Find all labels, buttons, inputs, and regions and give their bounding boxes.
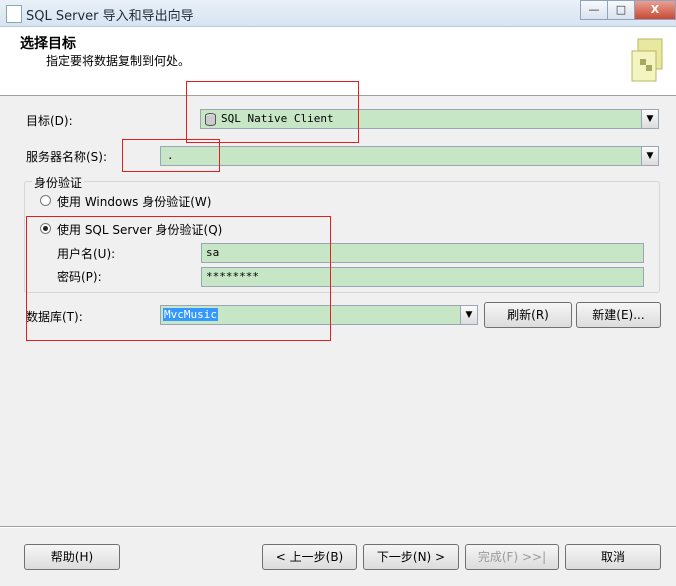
windows-auth-radio[interactable] xyxy=(40,195,51,206)
sql-auth-label[interactable]: 使用 SQL Server 身份验证(Q) xyxy=(57,221,222,238)
refresh-button[interactable]: 刷新(R) xyxy=(484,302,572,328)
database-label: 数据库(T): xyxy=(26,310,83,324)
sql-auth-radio[interactable] xyxy=(40,223,51,234)
footer-divider xyxy=(0,526,676,528)
password-input[interactable]: ******** xyxy=(201,267,644,287)
wizard-header: 选择目标 指定要将数据复制到何处。 xyxy=(0,27,676,96)
server-name-label: 服务器名称(S): xyxy=(26,150,108,164)
next-button[interactable]: 下一步(N) > xyxy=(363,544,459,570)
wizard-logo-icon xyxy=(631,38,663,82)
help-button[interactable]: 帮助(H) xyxy=(24,544,120,570)
username-label: 用户名(U): xyxy=(57,247,116,261)
password-label: 密码(P): xyxy=(57,270,102,284)
server-name-combo[interactable]: . ▼ xyxy=(160,146,659,166)
finish-button[interactable]: 完成(F) >>| xyxy=(465,544,559,570)
destination-label: 目标(D): xyxy=(26,114,73,128)
cancel-button[interactable]: 取消 xyxy=(565,544,661,570)
dropdown-arrow-icon[interactable]: ▼ xyxy=(641,110,658,128)
wizard-app-icon xyxy=(6,5,22,23)
server-name-value: . xyxy=(167,149,174,162)
maximize-button[interactable]: □ xyxy=(607,0,635,20)
database-value: MvcMusic xyxy=(163,308,218,321)
page-title: 选择目标 xyxy=(20,36,76,52)
minimize-button[interactable]: — xyxy=(580,0,608,20)
page-subtitle: 指定要将数据复制到何处。 xyxy=(46,54,191,68)
destination-combo[interactable]: SQL Native Client ▼ xyxy=(200,109,659,129)
back-button[interactable]: < 上一步(B) xyxy=(262,544,357,570)
dropdown-arrow-icon[interactable]: ▼ xyxy=(641,147,658,165)
new-database-button[interactable]: 新建(E)... xyxy=(576,302,661,328)
destination-value: SQL Native Client xyxy=(221,112,334,125)
username-input[interactable]: sa xyxy=(201,243,644,263)
authentication-group-label: 身份验证 xyxy=(32,174,85,191)
windows-auth-label[interactable]: 使用 Windows 身份验证(W) xyxy=(57,193,211,210)
title-bar: SQL Server 导入和导出向导 — □ X xyxy=(0,0,676,27)
close-button[interactable]: X xyxy=(634,0,676,20)
database-icon xyxy=(205,113,216,126)
window-title: SQL Server 导入和导出向导 xyxy=(26,9,194,24)
database-combo[interactable]: MvcMusic ▼ xyxy=(160,305,478,325)
dropdown-arrow-icon[interactable]: ▼ xyxy=(460,306,477,324)
